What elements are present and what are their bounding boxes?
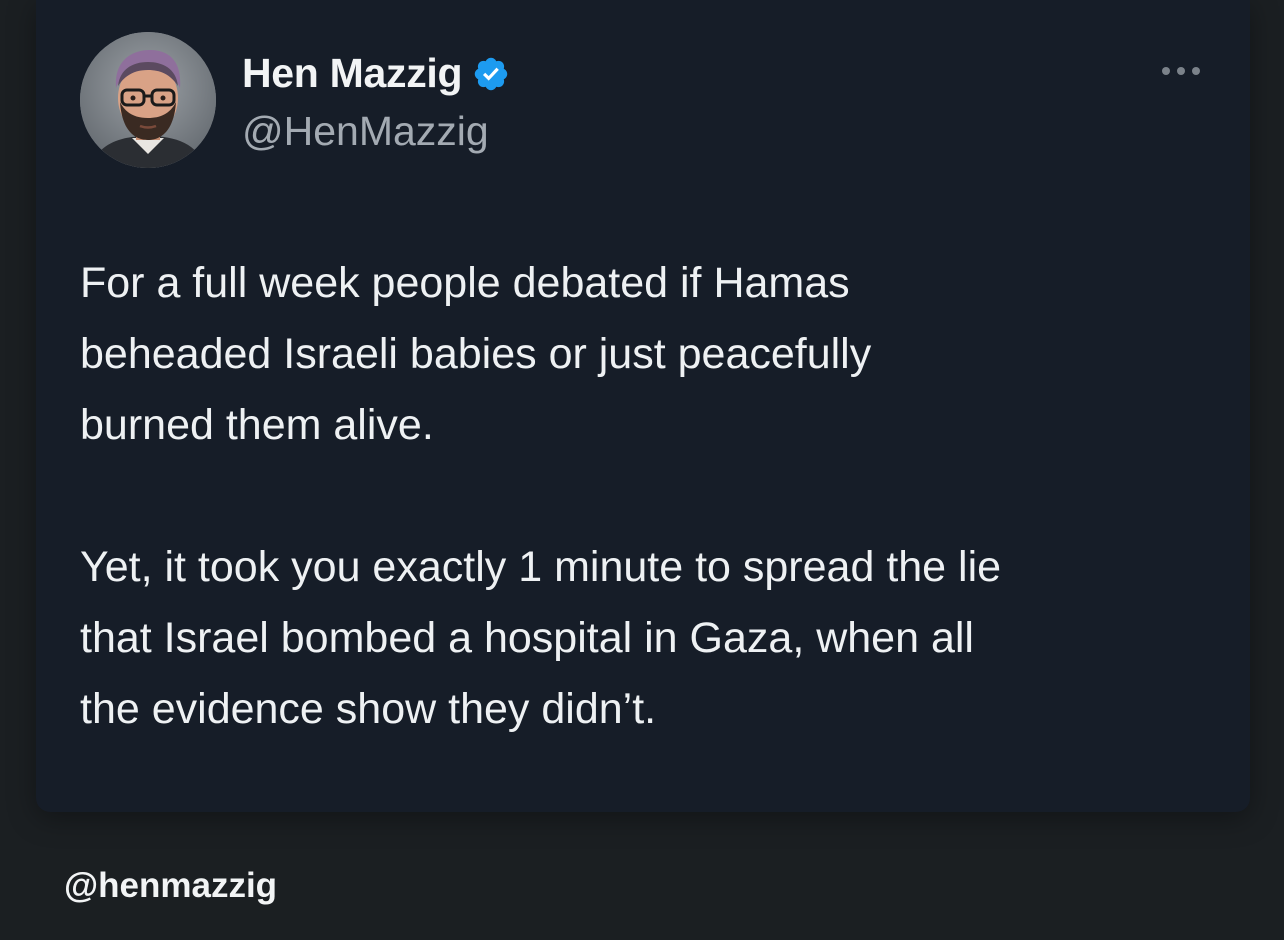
verified-badge-icon (472, 55, 510, 93)
author-handle[interactable]: @HenMazzig (242, 108, 489, 155)
tweet-line: the evidence show they didn’t. (80, 685, 656, 733)
tweet-card[interactable]: Hen Mazzig @HenMazzig For a full week pe… (36, 0, 1250, 812)
tweet-paragraph-1: For a full week people debated if Hamas … (80, 248, 1220, 461)
author-name-row[interactable]: Hen Mazzig (242, 50, 510, 97)
more-options-icon[interactable] (1158, 60, 1204, 82)
tweet-line: For a full week people debated if Hamas (80, 259, 850, 307)
tweet-line: that Israel bombed a hospital in Gaza, w… (80, 614, 974, 662)
tweet-line: burned them alive. (80, 401, 434, 449)
avatar-image (80, 32, 216, 168)
avatar[interactable] (80, 32, 216, 168)
tweet-line: beheaded Israeli babies or just peaceful… (80, 330, 871, 378)
watermark-handle: @henmazzig (64, 866, 277, 906)
tweet-text: For a full week people debated if Hamas … (80, 248, 1220, 745)
tweet-paragraph-2: Yet, it took you exactly 1 minute to spr… (80, 532, 1220, 745)
tweet-line: Yet, it took you exactly 1 minute to spr… (80, 543, 1001, 591)
author-display-name[interactable]: Hen Mazzig (242, 50, 462, 97)
